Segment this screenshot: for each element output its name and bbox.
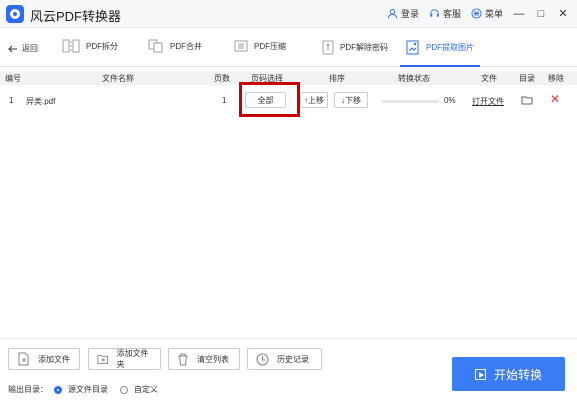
custom-dir-label[interactable]: 自定义 [134,384,158,395]
open-file-link[interactable]: 打开文件 [472,96,504,107]
column-status: 转换状态 [398,74,430,83]
compress-icon [234,40,248,52]
tool-bar: 返回 PDF拆分 PDF合并 PDF压缩 PDF解除密码 PDF提取图片 [0,29,577,67]
source-dir-label[interactable]: 源文件目录 [68,384,108,395]
menu-label: 菜单 [484,9,503,19]
menu-button[interactable]: 菜单 [471,7,503,20]
history-label: 历史记录 [277,354,309,364]
history-button[interactable]: 历史记录 [247,348,322,370]
tab-label: PDF解除密码 [340,42,388,52]
add-file-button[interactable]: 添加文件 [8,348,80,370]
app-logo-icon [6,5,24,23]
add-folder-button[interactable]: 添加文件夹 [88,348,161,370]
conversion-progress-bar [382,100,439,103]
column-filename: 文件名称 [102,74,134,83]
arrow-left-icon [8,45,17,52]
menu-icon [471,8,482,19]
back-label: 返回 [22,44,38,53]
progress-percent: 0% [444,96,456,105]
bottom-bar: 添加文件 添加文件夹 清空列表 历史记录 输出目录： 源文件目录 自定义 开始转… [0,338,577,402]
tab-label: PDF合并 [170,41,202,51]
folder-icon[interactable] [521,95,533,105]
row-index: 1 [9,96,14,105]
tab-label: PDF拆分 [86,41,118,51]
highlight-box [239,82,300,117]
login-button[interactable]: 登录 [387,7,419,20]
move-up-button[interactable]: ↑上移 [300,92,328,108]
tab-pdf-unlock[interactable]: PDF解除密码 [322,39,388,55]
back-button[interactable]: 返回 [8,43,38,54]
add-folder-label: 添加文件夹 [116,349,149,369]
move-down-button[interactable]: ↓下移 [334,92,368,108]
start-convert-button[interactable]: 开始转换 [452,357,565,391]
image-extract-icon [406,40,419,55]
minimize-button[interactable]: — [513,8,525,20]
radio-source-dir[interactable] [54,385,62,394]
service-label: 客服 [442,9,461,19]
merge-icon [148,39,163,53]
tab-pdf-merge[interactable]: PDF合并 [148,39,202,53]
clear-list-button[interactable]: 清空列表 [168,348,240,370]
output-dir-label: 输出目录： [8,385,48,394]
column-directory: 目录 [519,74,535,83]
login-label: 登录 [400,9,419,19]
column-remove: 移除 [548,74,564,83]
tab-pdf-split[interactable]: PDF拆分 [62,39,118,53]
tab-label: PDF提取图片 [426,42,474,52]
output-directory: 输出目录： 源文件目录 自定义 [8,384,158,395]
column-file: 文件 [481,74,497,83]
header-actions: 登录 客服 菜单 — □ ✕ [387,7,569,20]
add-file-icon [18,352,29,366]
user-icon [387,8,398,19]
headset-icon [430,9,439,17]
title-bar: 风云PDF转换器 登录 客服 菜单 — □ ✕ [0,0,577,28]
radio-custom-dir[interactable] [120,385,128,394]
add-file-label: 添加文件 [38,354,70,364]
close-button[interactable]: ✕ [557,7,569,20]
column-pages: 页数 [214,74,230,83]
play-icon [474,368,486,380]
start-label: 开始转换 [493,367,542,382]
tab-pdf-compress[interactable]: PDF压缩 [234,39,286,53]
row-filename: 异类.pdf [26,97,56,106]
tab-label: PDF压缩 [254,41,286,51]
column-order: 排序 [329,74,345,83]
app-title: 风云PDF转换器 [30,9,122,24]
trash-icon [178,353,188,365]
remove-icon[interactable]: ✕ [550,92,560,106]
clear-list-label: 清空列表 [197,354,229,364]
clock-icon [256,353,269,365]
tab-pdf-extract-image[interactable]: PDF提取图片 [400,39,480,67]
row-pages: 1 [222,96,227,105]
maximize-button[interactable]: □ [535,8,547,20]
service-button[interactable]: 客服 [429,7,461,20]
add-folder-icon [97,355,109,364]
column-index: 编号 [5,74,21,83]
unlock-icon [322,40,334,55]
split-icon [62,39,80,53]
